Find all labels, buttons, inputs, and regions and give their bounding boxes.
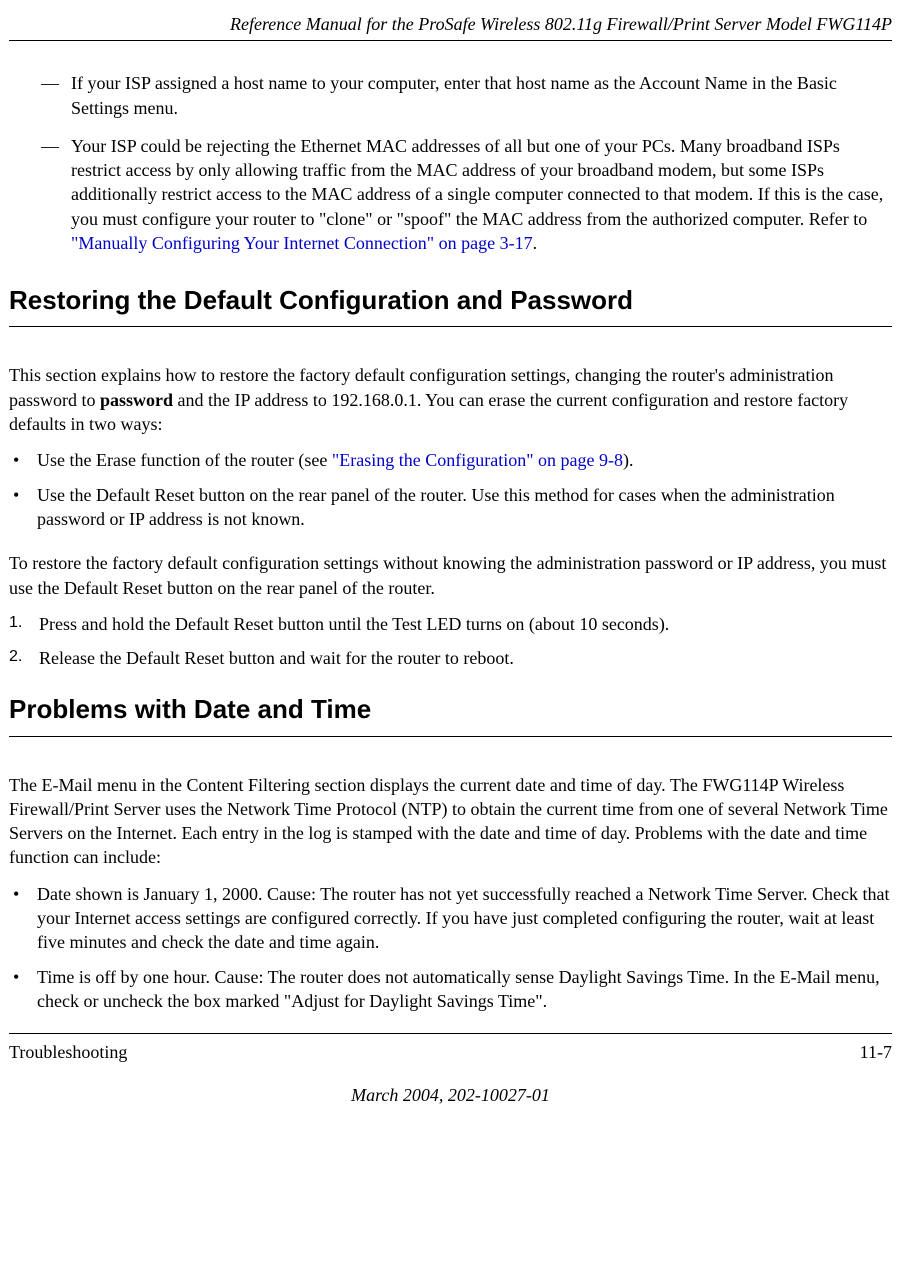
footer-row: Troubleshooting 11-7 (9, 1040, 892, 1064)
dash-text-pre: Your ISP could be rejecting the Ethernet… (71, 136, 883, 229)
cross-reference-link[interactable]: "Manually Configuring Your Internet Conn… (71, 233, 533, 253)
footer-divider (9, 1033, 892, 1034)
bullet-content: Use the Erase function of the router (se… (37, 448, 892, 472)
bullet-item: • Date shown is January 1, 2000. Cause: … (9, 882, 892, 955)
footer-date: March 2004, 202-10027-01 (9, 1083, 892, 1107)
numbered-content: Press and hold the Default Reset button … (39, 612, 892, 636)
bullet-marker: • (9, 882, 37, 955)
dash-marker: — (41, 71, 71, 120)
page-header: Reference Manual for the ProSafe Wireles… (9, 12, 892, 36)
section1-intro: This section explains how to restore the… (9, 363, 892, 436)
numbered-item: 1. Press and hold the Default Reset butt… (9, 612, 892, 636)
page-footer: Troubleshooting 11-7 March 2004, 202-100… (9, 1033, 892, 1107)
bullet-content: Use the Default Reset button on the rear… (37, 483, 892, 532)
bullet-item: • Time is off by one hour. Cause: The ro… (9, 965, 892, 1014)
bullet-list: • Use the Erase function of the router (… (9, 448, 892, 531)
bullet-item: • Use the Default Reset button on the re… (9, 483, 892, 532)
heading-divider (9, 326, 892, 327)
numbered-marker: 1. (9, 612, 39, 636)
dash-item: — If your ISP assigned a host name to yo… (41, 71, 892, 120)
bullet-content: Time is off by one hour. Cause: The rout… (37, 965, 892, 1014)
bullet-list: • Date shown is January 1, 2000. Cause: … (9, 882, 892, 1013)
bullet-content: Date shown is January 1, 2000. Cause: Th… (37, 882, 892, 955)
footer-section-name: Troubleshooting (9, 1040, 127, 1064)
bullet-text-pre: Use the Erase function of the router (se… (37, 450, 332, 470)
numbered-list: 1. Press and hold the Default Reset butt… (9, 612, 892, 671)
header-title: Reference Manual for the ProSafe Wireles… (230, 14, 892, 34)
cross-reference-link[interactable]: "Erasing the Configuration" on page 9-8 (332, 450, 623, 470)
dash-content: If your ISP assigned a host name to your… (71, 71, 892, 120)
dash-item: — Your ISP could be rejecting the Ethern… (41, 134, 892, 255)
dash-list: — If your ISP assigned a host name to yo… (41, 71, 892, 255)
bullet-marker: • (9, 448, 37, 472)
numbered-marker: 2. (9, 646, 39, 670)
bullet-text-post: ). (623, 450, 634, 470)
section2-intro: The E-Mail menu in the Content Filtering… (9, 773, 892, 870)
bullet-marker: • (9, 965, 37, 1014)
section-heading-restoring: Restoring the Default Configuration and … (9, 283, 892, 318)
header-divider (9, 40, 892, 41)
intro-bold: password (100, 390, 173, 410)
numbered-content: Release the Default Reset button and wai… (39, 646, 892, 670)
footer-page-number: 11-7 (860, 1040, 892, 1064)
bullet-item: • Use the Erase function of the router (… (9, 448, 892, 472)
bullet-marker: • (9, 483, 37, 532)
dash-text-post: . (533, 233, 538, 253)
section1-para2: To restore the factory default configura… (9, 551, 892, 600)
section-heading-datetime: Problems with Date and Time (9, 692, 892, 727)
dash-content: Your ISP could be rejecting the Ethernet… (71, 134, 892, 255)
numbered-item: 2. Release the Default Reset button and … (9, 646, 892, 670)
heading-divider (9, 736, 892, 737)
dash-marker: — (41, 134, 71, 255)
